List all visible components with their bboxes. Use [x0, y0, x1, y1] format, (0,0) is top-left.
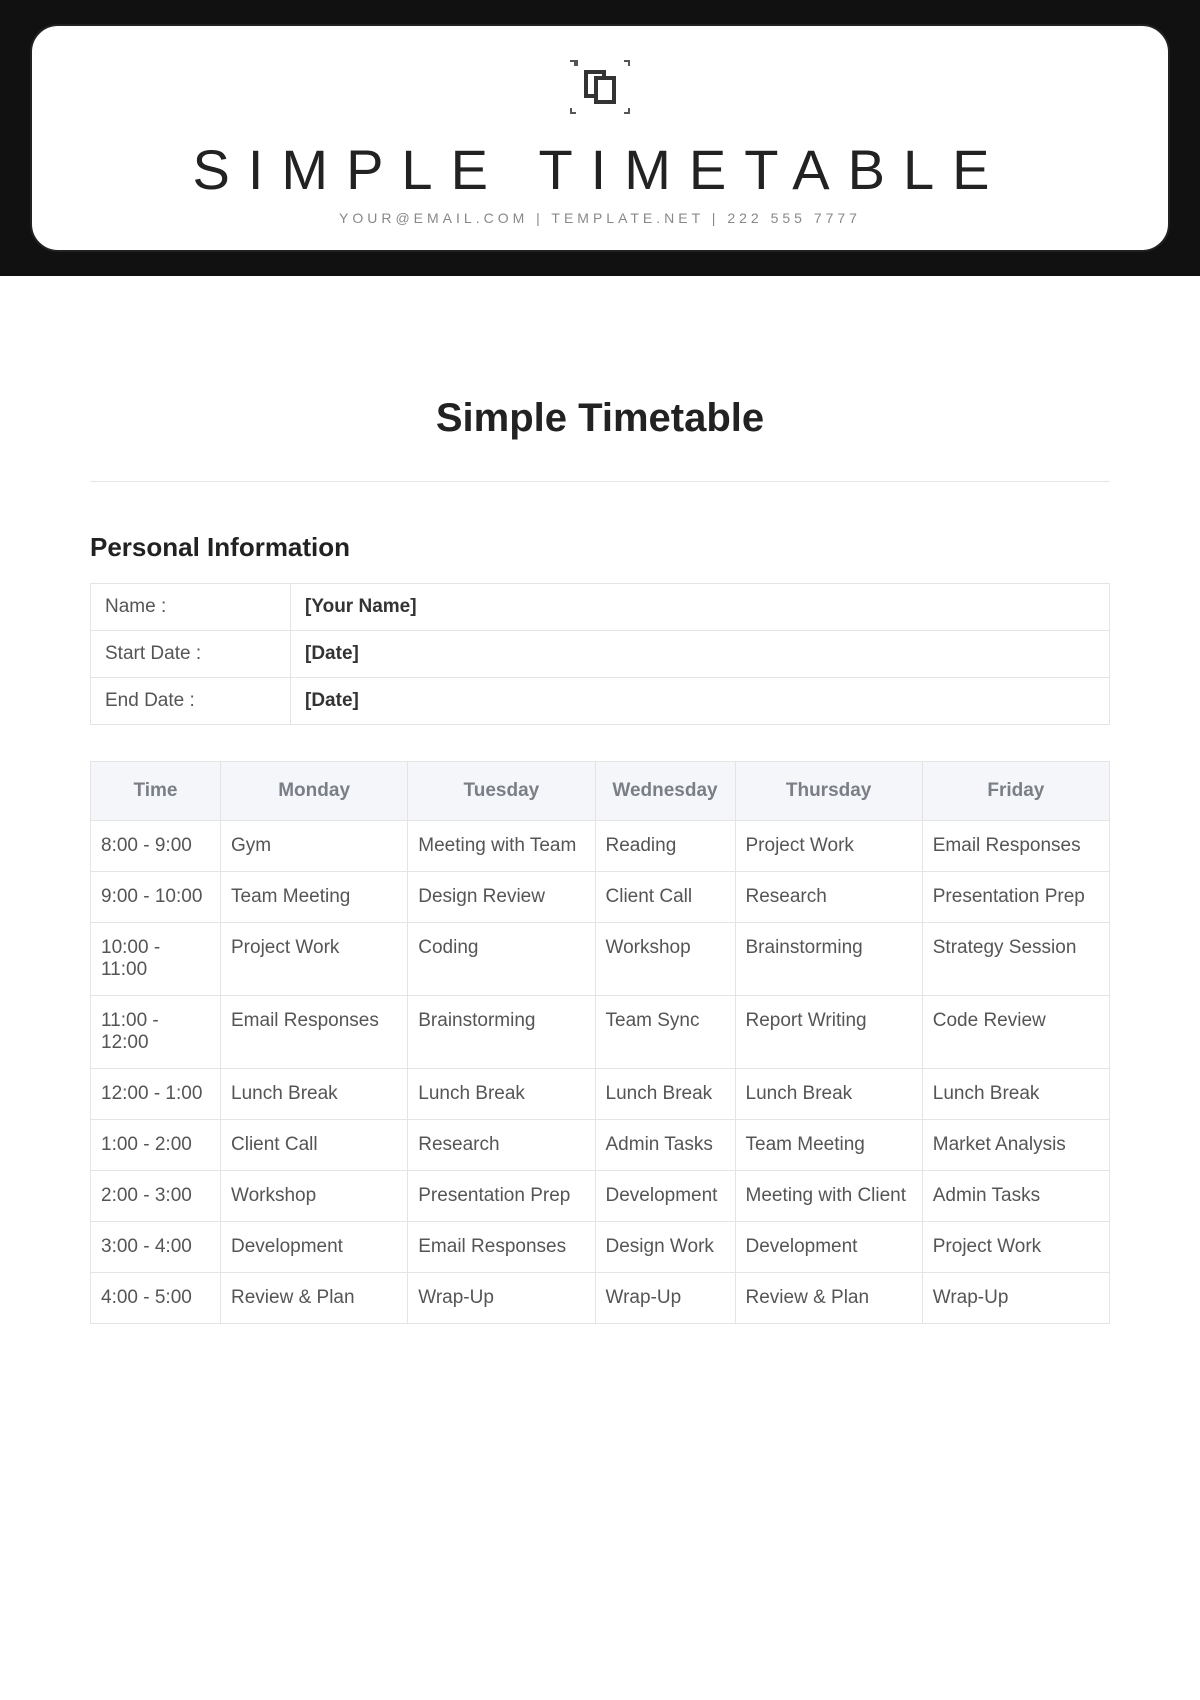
info-label: Name :: [91, 584, 291, 631]
cell[interactable]: Coding: [408, 923, 595, 996]
info-value[interactable]: [Date]: [291, 678, 1110, 725]
col-header-monday: Monday: [221, 762, 408, 821]
cell[interactable]: Development: [595, 1171, 735, 1222]
table-row: 9:00 - 10:00 Team Meeting Design Review …: [91, 872, 1110, 923]
table-row: Start Date : [Date]: [91, 631, 1110, 678]
cell[interactable]: Project Work: [735, 821, 922, 872]
cell-time: 9:00 - 10:00: [91, 872, 221, 923]
table-row: 3:00 - 4:00 Development Email Responses …: [91, 1222, 1110, 1273]
cell[interactable]: Team Sync: [595, 996, 735, 1069]
cell[interactable]: Lunch Break: [221, 1069, 408, 1120]
table-row: End Date : [Date]: [91, 678, 1110, 725]
col-header-tuesday: Tuesday: [408, 762, 595, 821]
cell[interactable]: Presentation Prep: [408, 1171, 595, 1222]
header-band: SIMPLE TIMETABLE YOUR@EMAIL.COM | TEMPLA…: [0, 0, 1200, 276]
cell[interactable]: Admin Tasks: [922, 1171, 1109, 1222]
header-card: SIMPLE TIMETABLE YOUR@EMAIL.COM | TEMPLA…: [30, 24, 1170, 252]
cell[interactable]: Market Analysis: [922, 1120, 1109, 1171]
cell[interactable]: Brainstorming: [408, 996, 595, 1069]
logo-icon: [570, 60, 630, 119]
cell[interactable]: Admin Tasks: [595, 1120, 735, 1171]
cell-time: 4:00 - 5:00: [91, 1273, 221, 1324]
cell[interactable]: Meeting with Team: [408, 821, 595, 872]
table-row: 10:00 - 11:00 Project Work Coding Worksh…: [91, 923, 1110, 996]
table-row: 4:00 - 5:00 Review & Plan Wrap-Up Wrap-U…: [91, 1273, 1110, 1324]
cell-time: 3:00 - 4:00: [91, 1222, 221, 1273]
cell[interactable]: Email Responses: [922, 821, 1109, 872]
cell[interactable]: Development: [221, 1222, 408, 1273]
cell[interactable]: Design Review: [408, 872, 595, 923]
cell[interactable]: Design Work: [595, 1222, 735, 1273]
table-row: 1:00 - 2:00 Client Call Research Admin T…: [91, 1120, 1110, 1171]
document-title: Simple Timetable: [90, 396, 1110, 441]
cell-time: 11:00 - 12:00: [91, 996, 221, 1069]
table-row: Name : [Your Name]: [91, 584, 1110, 631]
cell[interactable]: Gym: [221, 821, 408, 872]
cell[interactable]: Team Meeting: [735, 1120, 922, 1171]
info-value[interactable]: [Your Name]: [291, 584, 1110, 631]
cell[interactable]: Lunch Break: [408, 1069, 595, 1120]
cell[interactable]: Team Meeting: [221, 872, 408, 923]
table-row: 8:00 - 9:00 Gym Meeting with Team Readin…: [91, 821, 1110, 872]
cell[interactable]: Code Review: [922, 996, 1109, 1069]
cell[interactable]: Lunch Break: [595, 1069, 735, 1120]
cell[interactable]: Strategy Session: [922, 923, 1109, 996]
cell-time: 10:00 - 11:00: [91, 923, 221, 996]
schedule-table: Time Monday Tuesday Wednesday Thursday F…: [90, 761, 1110, 1324]
cell[interactable]: Research: [735, 872, 922, 923]
cell-time: 8:00 - 9:00: [91, 821, 221, 872]
cell-time: 1:00 - 2:00: [91, 1120, 221, 1171]
cell[interactable]: Email Responses: [221, 996, 408, 1069]
section-title-personal-info: Personal Information: [90, 532, 1110, 563]
cell[interactable]: Brainstorming: [735, 923, 922, 996]
table-header-row: Time Monday Tuesday Wednesday Thursday F…: [91, 762, 1110, 821]
cell[interactable]: Workshop: [595, 923, 735, 996]
info-value[interactable]: [Date]: [291, 631, 1110, 678]
cell[interactable]: Lunch Break: [735, 1069, 922, 1120]
cell[interactable]: Client Call: [595, 872, 735, 923]
cell[interactable]: Project Work: [922, 1222, 1109, 1273]
info-label: Start Date :: [91, 631, 291, 678]
cell[interactable]: Review & Plan: [221, 1273, 408, 1324]
table-row: 11:00 - 12:00 Email Responses Brainstorm…: [91, 996, 1110, 1069]
cell[interactable]: Workshop: [221, 1171, 408, 1222]
cell[interactable]: Reading: [595, 821, 735, 872]
cell[interactable]: Wrap-Up: [922, 1273, 1109, 1324]
col-header-friday: Friday: [922, 762, 1109, 821]
cell[interactable]: Review & Plan: [735, 1273, 922, 1324]
cell[interactable]: Presentation Prep: [922, 872, 1109, 923]
page-body: Simple Timetable Personal Information Na…: [0, 276, 1200, 1364]
cell-time: 2:00 - 3:00: [91, 1171, 221, 1222]
cell[interactable]: Research: [408, 1120, 595, 1171]
cell[interactable]: Wrap-Up: [408, 1273, 595, 1324]
col-header-time: Time: [91, 762, 221, 821]
cell[interactable]: Project Work: [221, 923, 408, 996]
cell[interactable]: Report Writing: [735, 996, 922, 1069]
col-header-wednesday: Wednesday: [595, 762, 735, 821]
cell[interactable]: Wrap-Up: [595, 1273, 735, 1324]
info-label: End Date :: [91, 678, 291, 725]
brand-title: SIMPLE TIMETABLE: [52, 137, 1148, 202]
cell[interactable]: Client Call: [221, 1120, 408, 1171]
cell[interactable]: Meeting with Client: [735, 1171, 922, 1222]
table-row: 12:00 - 1:00 Lunch Break Lunch Break Lun…: [91, 1069, 1110, 1120]
cell[interactable]: Development: [735, 1222, 922, 1273]
col-header-thursday: Thursday: [735, 762, 922, 821]
cell[interactable]: Email Responses: [408, 1222, 595, 1273]
table-row: 2:00 - 3:00 Workshop Presentation Prep D…: [91, 1171, 1110, 1222]
brand-subtitle: YOUR@EMAIL.COM | TEMPLATE.NET | 222 555 …: [52, 210, 1148, 226]
divider: [90, 481, 1110, 482]
cell[interactable]: Lunch Break: [922, 1069, 1109, 1120]
cell-time: 12:00 - 1:00: [91, 1069, 221, 1120]
personal-info-table: Name : [Your Name] Start Date : [Date] E…: [90, 583, 1110, 725]
